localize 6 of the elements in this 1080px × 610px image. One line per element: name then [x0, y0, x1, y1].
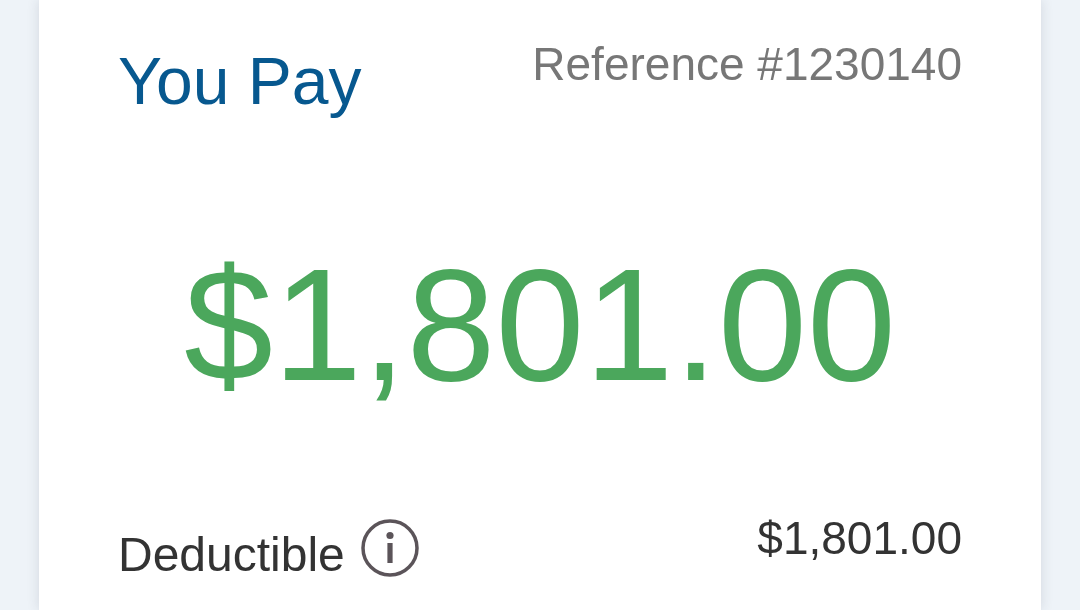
breakdown-amount: $1,801.00 — [757, 511, 962, 567]
reference-number: Reference #1230140 — [532, 37, 962, 92]
info-icon[interactable] — [360, 519, 419, 578]
card-title: You Pay — [118, 43, 362, 120]
total-amount: $1,801.00 — [183, 234, 897, 417]
breakdown-label: Deductible — [118, 527, 345, 584]
